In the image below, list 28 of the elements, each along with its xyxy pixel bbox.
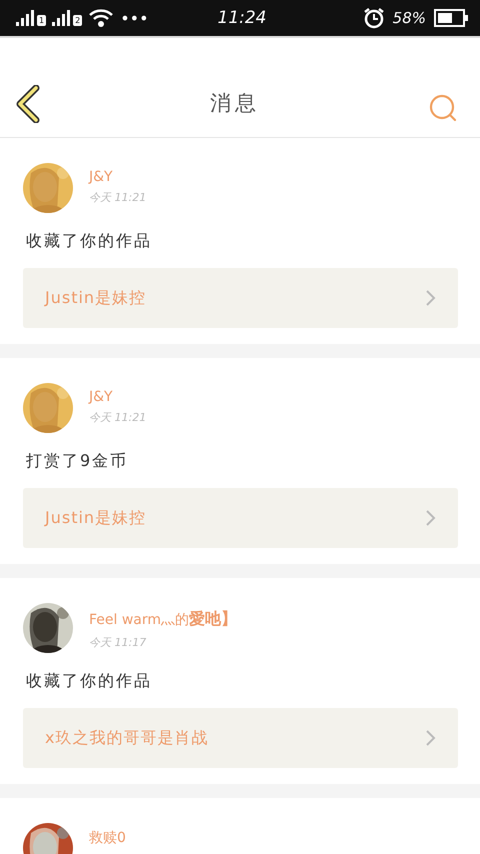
sim-label: 1	[37, 15, 46, 26]
wifi-icon	[88, 8, 114, 28]
user-name[interactable]: Feel warm灬的愛吔】	[89, 609, 238, 630]
chevron-right-icon	[426, 290, 436, 306]
work-link[interactable]: Justin是妹控	[23, 488, 458, 548]
message-time: 今天 11:17	[89, 635, 148, 650]
work-link[interactable]: Justin是妹控	[23, 268, 458, 328]
chevron-right-icon	[426, 510, 436, 526]
more-text: •••	[120, 8, 148, 28]
message-time: 今天 11:21	[89, 410, 146, 425]
sim-label: 2	[73, 15, 82, 26]
work-link[interactable]: x玖之我的哥哥是肖战	[23, 708, 458, 768]
message-text: 收藏了你的作品	[26, 671, 153, 692]
user-name[interactable]: J&Y	[89, 169, 146, 185]
clock-time: 11:24	[218, 8, 266, 28]
alarm-icon	[362, 7, 385, 29]
page-title: 消息	[210, 90, 260, 117]
signal-icon	[16, 10, 36, 26]
battery-icon	[434, 9, 468, 27]
message-time: 今天 11:21	[89, 190, 146, 205]
message-text: 打赏了9金币	[26, 451, 130, 472]
battery-percent: 58%	[392, 9, 426, 27]
back-button[interactable]	[14, 85, 42, 123]
message-text: 收藏了你的作品	[26, 231, 153, 252]
user-name[interactable]: J&Y	[89, 389, 146, 405]
signal-icon	[52, 10, 72, 26]
chevron-right-icon	[426, 730, 436, 746]
user-name[interactable]: 救赎0	[89, 829, 126, 847]
